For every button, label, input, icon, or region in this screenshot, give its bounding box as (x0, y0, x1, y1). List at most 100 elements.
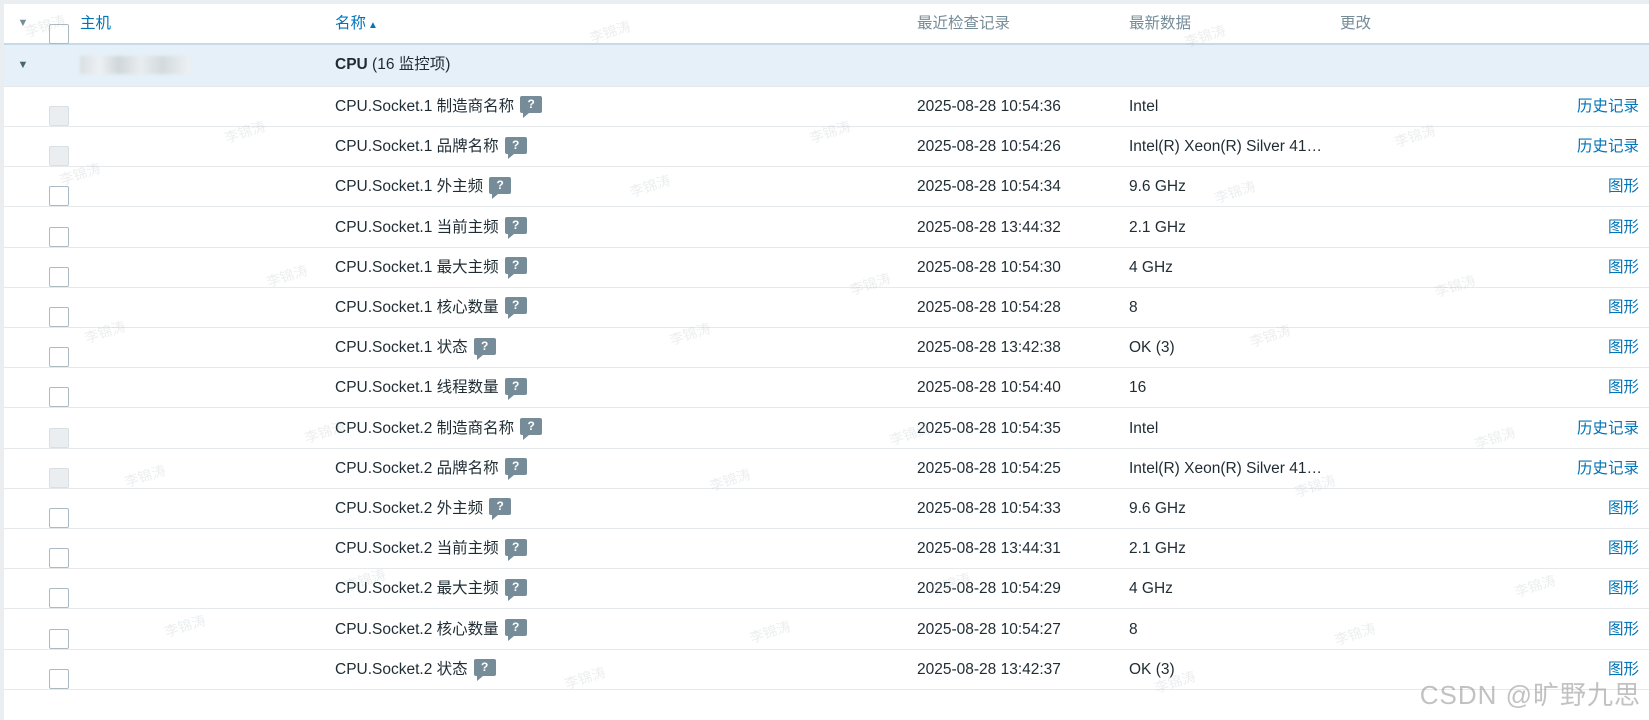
row-checkbox-box[interactable] (49, 347, 69, 368)
column-header-host[interactable]: 主机 (80, 4, 111, 45)
collapse-all-icon[interactable]: ▼ (14, 4, 32, 45)
item-name-cell: CPU.Socket.2 核心数量? (335, 610, 527, 651)
item-name: CPU.Socket.1 状态 (335, 339, 468, 357)
help-description-icon[interactable]: ? (473, 659, 496, 682)
table-row: CPU.Socket.1 核心数量? 2025-08-28 10:54:28 8 图形 (4, 288, 1649, 328)
group-row-cpu: ▼ CPU (16 监控项) (4, 45, 1649, 87)
help-description-icon[interactable]: ? (504, 538, 527, 561)
row-checkbox-box[interactable] (49, 307, 69, 327)
row-checkbox[interactable] (49, 378, 69, 408)
help-description-icon[interactable]: ? (504, 217, 527, 239)
select-all-checkbox-box[interactable] (49, 24, 69, 44)
graph-link[interactable]: 图形 (1608, 208, 1639, 249)
graph-link[interactable]: 图形 (1608, 610, 1639, 651)
graph-link[interactable]: 图形 (1608, 288, 1639, 329)
table-row: CPU.Socket.1 最大主频? 2025-08-28 10:54:30 4 G… (4, 248, 1649, 288)
help-description-icon[interactable]: ? (504, 257, 527, 280)
latest-value: Intel (1129, 98, 1159, 115)
table-header: ▼ 主机 名称 ▲ 最近检查记录 最新数据 更改 (4, 4, 1649, 45)
row-checkbox[interactable] (49, 620, 69, 649)
row-checkbox[interactable] (49, 338, 69, 368)
item-name-cell: CPU.Socket.1 线程数量? (335, 368, 527, 409)
graph-link[interactable]: 图形 (1608, 248, 1639, 289)
item-name: CPU.Socket.2 状态 (335, 660, 468, 678)
latest-value: 9.6 GHz (1129, 500, 1186, 517)
help-description-icon[interactable]: ? (489, 176, 512, 199)
column-header-name[interactable]: 名称 ▲ (335, 4, 378, 45)
graph-link[interactable]: 图形 (1608, 167, 1639, 208)
history-link[interactable]: 历史记录 (1577, 449, 1639, 490)
graph-link[interactable]: 图形 (1608, 529, 1639, 570)
graph-link[interactable]: 图形 (1608, 569, 1639, 610)
row-checkbox-box[interactable] (49, 387, 69, 408)
history-link[interactable]: 历史记录 (1577, 127, 1639, 168)
help-description-icon[interactable]: ? (473, 337, 496, 360)
item-name-cell: CPU.Socket.2 当前主频? (335, 529, 527, 570)
help-description-icon[interactable]: ? (504, 297, 527, 320)
row-checkbox-box[interactable] (49, 226, 69, 247)
row-checkbox-box[interactable] (49, 266, 69, 287)
group-collapse-icon[interactable]: ▼ (14, 45, 32, 86)
select-all-checkbox[interactable] (49, 14, 69, 44)
row-checkbox-box[interactable] (49, 628, 69, 649)
help-description-icon[interactable]: ? (504, 377, 527, 400)
table-row: CPU.Socket.2 品牌名称? 2025-08-28 10:54:25 Int… (4, 449, 1649, 489)
column-header-name-label[interactable]: 名称 (335, 15, 366, 32)
last-check-time: 2025-08-28 10:54:26 (917, 138, 1061, 156)
row-checkbox-box (49, 106, 69, 126)
item-name: CPU.Socket.2 外主频 (335, 500, 484, 517)
help-description-icon[interactable]: ? (504, 619, 527, 641)
row-checkbox-box[interactable] (49, 508, 69, 528)
item-name: CPU.Socket.2 当前主频 (335, 540, 499, 558)
latest-value: 9.6 GHz (1129, 178, 1186, 196)
row-checkbox-box (49, 146, 69, 167)
last-check-time: 2025-08-28 10:54:29 (917, 580, 1061, 598)
latest-value: 2.1 GHz (1129, 540, 1186, 558)
last-check-time: 2025-08-28 10:54:25 (917, 459, 1061, 477)
help-description-icon[interactable]: ? (520, 96, 543, 119)
graph-link[interactable]: 图形 (1608, 489, 1639, 530)
table-row: CPU.Socket.2 核心数量? 2025-08-28 10:54:27 8 图形 (4, 610, 1649, 650)
row-checkbox[interactable] (49, 539, 69, 569)
help-description-icon[interactable]: ? (489, 498, 512, 521)
table-row: CPU.Socket.1 状态? 2025-08-28 13:42:38 OK (3… (4, 328, 1649, 369)
help-description-icon[interactable]: ? (504, 458, 527, 481)
last-check-time: 2025-08-28 10:54:40 (917, 379, 1061, 397)
table-row: CPU.Socket.2 制造商名称? 2025-08-28 10:54:35 In… (4, 409, 1649, 449)
latest-value: 8 (1129, 620, 1138, 638)
column-header-last-check: 最近检查记录 (917, 15, 1011, 32)
row-checkbox-box (49, 467, 69, 488)
site-watermark: CSDN @旷野九思 (1419, 680, 1641, 710)
row-checkbox[interactable] (49, 177, 69, 207)
item-name-cell: CPU.Socket.2 最大主频? (335, 569, 527, 610)
help-description-icon[interactable]: ? (504, 136, 527, 159)
table-row: CPU.Socket.1 线程数量? 2025-08-28 10:54:40 16 图… (4, 368, 1649, 409)
row-checkbox[interactable] (49, 258, 69, 287)
latest-value: Intel (1129, 419, 1159, 437)
item-name-cell: CPU.Socket.2 状态? (335, 650, 496, 691)
row-checkbox[interactable] (49, 218, 69, 247)
latest-value: 2.1 GHz (1129, 218, 1186, 236)
row-checkbox-box[interactable] (49, 548, 69, 569)
help-description-icon[interactable]: ? (504, 578, 527, 601)
row-checkbox-box[interactable] (49, 186, 69, 207)
item-name-cell: CPU.Socket.1 外主频? (335, 167, 512, 208)
row-checkbox-box[interactable] (49, 668, 69, 689)
item-name-cell: CPU.Socket.1 最大主频? (335, 248, 527, 289)
item-name: CPU.Socket.1 外主频 (335, 178, 484, 196)
row-checkbox[interactable] (49, 579, 69, 609)
last-check-time: 2025-08-28 13:42:38 (917, 339, 1061, 357)
item-name-cell: CPU.Socket.1 当前主频? (335, 208, 527, 249)
row-checkbox[interactable] (49, 499, 69, 528)
row-checkbox[interactable] (49, 660, 69, 689)
item-name: CPU.Socket.2 核心数量 (335, 620, 499, 638)
help-description-icon[interactable]: ? (520, 418, 543, 440)
graph-link[interactable]: 图形 (1608, 328, 1639, 369)
history-link[interactable]: 历史记录 (1577, 409, 1639, 450)
row-checkbox-box[interactable] (49, 588, 69, 609)
graph-link[interactable]: 图形 (1608, 368, 1639, 409)
row-checkbox[interactable] (49, 298, 69, 327)
row-checkbox (49, 137, 69, 167)
item-name-cell: CPU.Socket.1 核心数量? (335, 288, 527, 329)
history-link[interactable]: 历史记录 (1577, 87, 1639, 128)
